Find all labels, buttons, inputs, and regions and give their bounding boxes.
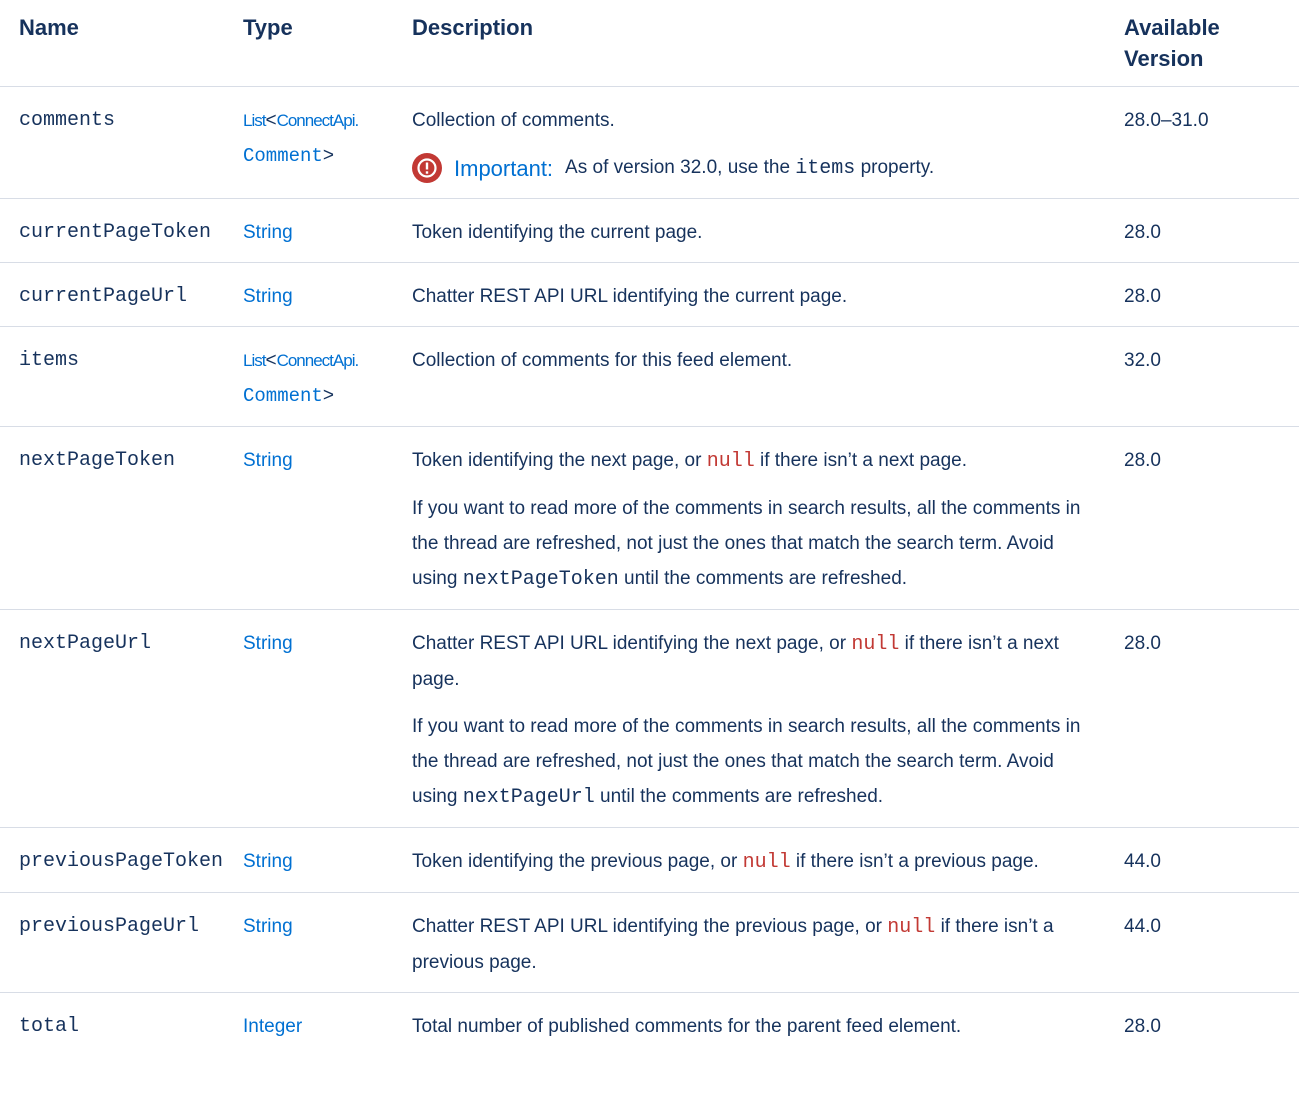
integer-type-link[interactable]: Integer bbox=[243, 1016, 302, 1037]
header-version-line1: Available bbox=[1124, 15, 1220, 40]
property-version: 44.0 bbox=[1124, 916, 1161, 937]
type-close-bracket: > bbox=[322, 145, 334, 166]
description-text: if there isn’t a previous page. bbox=[795, 851, 1039, 872]
table-row: nextPageToken String Token identifying t… bbox=[0, 427, 1299, 610]
property-name: comments bbox=[19, 109, 116, 132]
description-text: Token identifying the previous page, or bbox=[412, 851, 738, 872]
string-type-link[interactable]: String bbox=[243, 450, 293, 471]
important-text-post: property. bbox=[860, 157, 935, 178]
property-name: nextPageUrl bbox=[19, 632, 152, 655]
string-type-link[interactable]: String bbox=[243, 916, 293, 937]
property-code: nextPageToken bbox=[462, 568, 619, 591]
property-name: items bbox=[19, 349, 80, 372]
type-open-bracket: < bbox=[265, 110, 277, 131]
property-code: nextPageUrl bbox=[462, 786, 595, 809]
property-type: Integer bbox=[222, 993, 391, 1057]
property-type: String bbox=[222, 263, 391, 327]
description-paragraph: Chatter REST API URL identifying the nex… bbox=[412, 626, 1095, 697]
table-row: previousPageUrl String Chatter REST API … bbox=[0, 893, 1299, 993]
null-code: null bbox=[742, 851, 791, 874]
description-text: if there isn’t a next page. bbox=[760, 450, 968, 471]
property-description: Collection of comments for this feed ele… bbox=[412, 350, 793, 371]
important-label: Important: bbox=[454, 155, 554, 181]
property-type: String bbox=[222, 828, 391, 893]
description-text: until the comments are refreshed. bbox=[624, 568, 908, 589]
property-description: Chatter REST API URL identifying the pre… bbox=[391, 893, 1103, 993]
property-version: 28.0 bbox=[1124, 1016, 1161, 1037]
property-name: previousPageToken bbox=[19, 850, 224, 873]
description-text: Token identifying the next page, or bbox=[412, 450, 702, 471]
string-type-link[interactable]: String bbox=[243, 286, 293, 307]
null-code: null bbox=[851, 633, 900, 656]
property-name: previousPageUrl bbox=[19, 915, 200, 938]
comment-class-link[interactable]: Comment bbox=[243, 385, 323, 407]
description-paragraph: Token identifying the next page, or null… bbox=[412, 443, 1095, 479]
property-type: String bbox=[222, 427, 391, 610]
property-table-container: Name Type Description Available Version … bbox=[0, 0, 1299, 1056]
property-version: 28.0 bbox=[1124, 222, 1161, 243]
description-text: until the comments are refreshed. bbox=[600, 786, 884, 807]
table-row: nextPageUrl String Chatter REST API URL … bbox=[0, 610, 1299, 828]
table-row: currentPageToken String Token identifyin… bbox=[0, 199, 1299, 263]
type-close-bracket: > bbox=[322, 385, 334, 406]
table-row: items List<ConnectApi. Comment> Collecti… bbox=[0, 327, 1299, 427]
null-code: null bbox=[706, 450, 755, 473]
list-type-link[interactable]: List bbox=[243, 111, 266, 130]
header-name: Name bbox=[19, 15, 79, 40]
property-version: 28.0 bbox=[1124, 450, 1161, 471]
header-type: Type bbox=[243, 15, 293, 40]
description-text: Chatter REST API URL identifying the pre… bbox=[412, 916, 882, 937]
important-text-pre: As of version 32.0, use the bbox=[565, 157, 791, 178]
property-version: 28.0–31.0 bbox=[1124, 110, 1209, 131]
table-row: currentPageUrl String Chatter REST API U… bbox=[0, 263, 1299, 327]
property-type: List<ConnectApi. Comment> bbox=[222, 327, 391, 427]
string-type-link[interactable]: String bbox=[243, 633, 293, 654]
property-name: nextPageToken bbox=[19, 449, 176, 472]
property-description: Total number of published comments for t… bbox=[412, 1016, 962, 1037]
property-description: Token identifying the current page. bbox=[412, 222, 703, 243]
property-type: String bbox=[222, 610, 391, 828]
property-table: Name Type Description Available Version … bbox=[0, 0, 1299, 1056]
header-description: Description bbox=[412, 15, 534, 40]
property-version: 44.0 bbox=[1124, 851, 1161, 872]
table-row: total Integer Total number of published … bbox=[0, 993, 1299, 1057]
table-row: previousPageToken String Token identifyi… bbox=[0, 828, 1299, 893]
string-type-link[interactable]: String bbox=[243, 222, 293, 243]
list-type-link[interactable]: List bbox=[243, 351, 266, 370]
description-text: Collection of comments. bbox=[412, 110, 615, 131]
description-paragraph: If you want to read more of the comments… bbox=[412, 709, 1095, 815]
description-paragraph: If you want to read more of the comments… bbox=[412, 491, 1095, 597]
exclamation-circle-icon bbox=[412, 153, 442, 183]
property-description: Token identifying the previous page, or … bbox=[391, 828, 1103, 893]
type-open-bracket: < bbox=[265, 350, 277, 371]
property-type: List<ConnectApi. Comment> bbox=[222, 87, 391, 199]
property-type: String bbox=[222, 893, 391, 993]
property-type: String bbox=[222, 199, 391, 263]
important-text: As of version 32.0, use the items proper… bbox=[565, 150, 934, 186]
property-version: 32.0 bbox=[1124, 350, 1161, 371]
property-version: 28.0 bbox=[1124, 633, 1161, 654]
table-row: comments List<ConnectApi. Comment> Colle… bbox=[0, 87, 1299, 199]
important-code: items bbox=[795, 157, 856, 180]
connectapi-namespace-link[interactable]: ConnectApi. bbox=[277, 111, 360, 130]
description-text: Chatter REST API URL identifying the nex… bbox=[412, 633, 847, 654]
connectapi-namespace-link[interactable]: ConnectApi. bbox=[277, 351, 360, 370]
property-description: Collection of comments. Important: As of… bbox=[391, 87, 1103, 199]
comment-class-link[interactable]: Comment bbox=[243, 145, 323, 167]
property-description: Chatter REST API URL identifying the nex… bbox=[391, 610, 1103, 828]
header-available-version: Available Version bbox=[1103, 0, 1299, 87]
property-name: currentPageUrl bbox=[19, 285, 188, 308]
null-code: null bbox=[887, 916, 936, 939]
property-name: total bbox=[19, 1015, 80, 1038]
property-name: currentPageToken bbox=[19, 221, 212, 244]
property-description: Chatter REST API URL identifying the cur… bbox=[412, 286, 848, 307]
property-version: 28.0 bbox=[1124, 286, 1161, 307]
header-version-line2: Version bbox=[1124, 46, 1204, 71]
important-note: Important: As of version 32.0, use the i… bbox=[412, 150, 1095, 186]
property-description: Token identifying the next page, or null… bbox=[391, 427, 1103, 610]
table-header-row: Name Type Description Available Version bbox=[0, 0, 1299, 87]
string-type-link[interactable]: String bbox=[243, 851, 293, 872]
